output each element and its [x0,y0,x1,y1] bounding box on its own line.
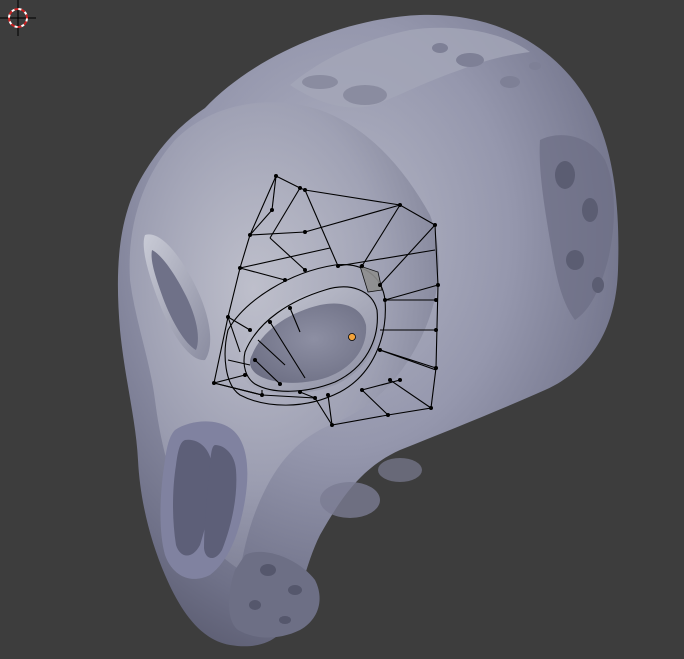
object-origin-icon [348,333,356,341]
3d-cursor-icon[interactable] [0,0,36,36]
viewport-canvas[interactable] [0,0,684,659]
3d-viewport[interactable] [0,0,684,659]
